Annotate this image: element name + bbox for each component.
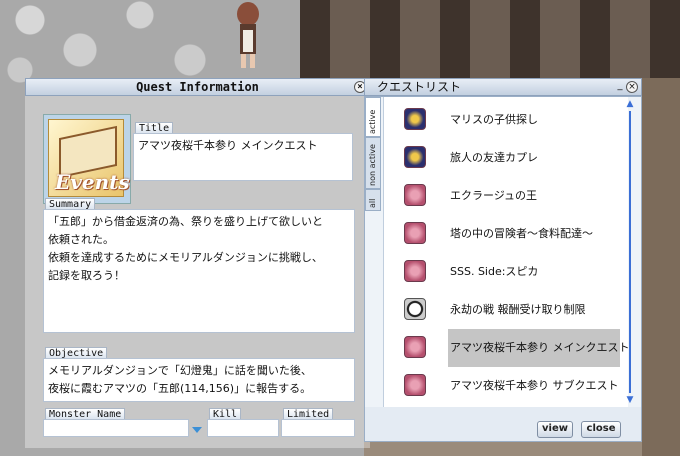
limited-field [281,419,355,437]
building-wall [300,0,680,80]
close-button[interactable]: close [581,421,621,438]
objective-line: メモリアルダンジョンで「幻燈鬼」に話を聞いた後、 [48,364,312,377]
clock-quest-icon [404,298,426,320]
game-scene-right [642,78,680,456]
scroll-down-icon[interactable]: ▼ [625,395,635,405]
quest-information-window: Quest Information × Events Title アマツ夜桜千本… [25,78,370,448]
quest-list-scrollbar[interactable]: ▲ ▼ [625,99,635,405]
pink-quest-icon [404,222,426,244]
quest-name: アマツ夜桜千本参り サブクエスト [450,379,619,392]
objective-line: 夜桜に霞むアマツの「五郎(114,156)」に報告する。 [48,382,312,395]
quest-information-titlebar[interactable]: Quest Information × [25,78,370,96]
monster-dropdown-icon[interactable] [190,422,204,436]
navy-quest-icon [404,146,426,168]
close-icon[interactable]: × [626,81,638,93]
tab-all[interactable]: all [365,189,381,211]
pink-quest-icon [404,184,426,206]
scroll-up-icon[interactable]: ▲ [625,99,635,109]
quest-list-item[interactable]: 旅人の友達カプレ [384,139,628,177]
quest-name: エクラージュの王 [450,189,538,202]
quest-list-item[interactable]: アマツ夜桜千本参り メインクエスト [384,329,630,367]
quest-list-item[interactable]: アマツ夜桜千本参り サブクエスト [384,367,628,405]
quest-list-titlebar[interactable]: クエストリスト _ × [364,78,642,96]
pink-quest-icon [404,374,426,396]
player-character[interactable] [232,0,264,70]
summary-text: 「五郎」から借金返済の為、祭りを盛り上げて欲しいと 依頼された。 依頼を達成する… [48,215,323,282]
quest-list-item[interactable]: マリスの子供探し [384,101,628,139]
quest-name: 旅人の友達カプレ [450,151,538,164]
kill-field [207,419,279,437]
monster-name-field[interactable] [43,419,189,437]
pink-quest-icon [404,336,426,358]
quest-name: 塔の中の冒険者～食料配達～ [450,227,593,240]
title-value: アマツ夜桜千本参り メインクエスト [138,139,318,152]
quest-information-title: Quest Information [136,80,259,94]
quest-list-item[interactable]: エクラージュの王 [384,177,628,215]
navy-quest-icon [404,108,426,130]
quest-list-item[interactable]: SSS. Side:スピカ [384,253,628,291]
quest-tabs: active non active all [365,97,381,407]
quest-name: SSS. Side:スピカ [450,265,539,278]
quest-name: アマツ夜桜千本参り メインクエスト [450,341,630,354]
quest-list-window: クエストリスト _ × active non active all マリスの子供… [364,78,642,442]
summary-field: 「五郎」から借金返済の為、祭りを盛り上げて欲しいと 依頼された。 依頼を達成する… [43,209,355,333]
pink-quest-icon [404,260,426,282]
event-icon-label: Events [55,170,130,194]
minimize-icon[interactable]: _ [615,81,625,92]
quest-list-footer: view close [365,407,641,441]
objective-field: メモリアルダンジョンで「幻燈鬼」に話を聞いた後、 夜桜に霞むアマツの「五郎(11… [43,358,355,402]
view-button[interactable]: view [537,421,573,438]
title-field: アマツ夜桜千本参り メインクエスト [133,133,353,181]
game-scene-bottom [364,442,642,456]
quest-name: マリスの子供探し [450,113,538,126]
quest-list-item[interactable]: 永劫の戦 報酬受け取り制限 [384,291,628,329]
event-icon: Events [43,114,131,204]
tab-non-active[interactable]: non active [365,137,381,189]
quest-list-body: active non active all マリスの子供探し 旅人の友達カプレ エク… [364,96,642,442]
scrollbar-track[interactable] [629,111,631,393]
tab-active[interactable]: active [365,97,381,137]
quest-list: マリスの子供探し 旅人の友達カプレ エクラージュの王塔の中の冒険者～食料配達～ SSS… [383,97,630,407]
quest-list-item[interactable]: 塔の中の冒険者～食料配達～ [384,215,628,253]
quest-list-title: クエストリスト [377,80,462,94]
quest-name: 永劫の戦 報酬受け取り制限 [450,303,586,316]
quest-information-body: Events Title アマツ夜桜千本参り メインクエスト Summary 「… [25,96,370,448]
